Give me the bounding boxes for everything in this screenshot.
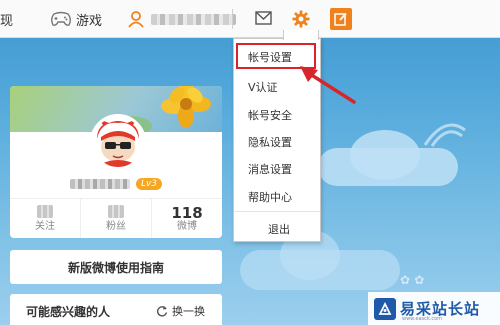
- faint-watermark: ✿ ✿: [400, 273, 425, 287]
- stat-value: 118: [171, 203, 203, 222]
- refresh-button[interactable]: 换一换: [156, 303, 205, 319]
- background-cloud: [350, 130, 420, 180]
- gamepad-icon: [51, 11, 71, 26]
- mail-icon[interactable]: [255, 11, 272, 25]
- menu-item-account-security[interactable]: 帐号安全: [248, 107, 292, 123]
- site-url: www.easck.com: [402, 316, 443, 322]
- stat-label: 关注: [35, 220, 55, 232]
- profile-stats: 关注 粉丝 118 微博: [10, 198, 222, 238]
- blurred-profile-name: [70, 179, 130, 189]
- guide-title: 新版微博使用指南: [67, 260, 164, 275]
- menu-item-logout[interactable]: 退出: [268, 221, 290, 237]
- stat-following[interactable]: 关注: [10, 199, 81, 238]
- menu-item-help-center[interactable]: 帮助中心: [248, 189, 292, 205]
- blurred-following-count: [37, 204, 53, 218]
- menu-item-message-settings[interactable]: 消息设置: [248, 161, 292, 177]
- menu-item-privacy-settings[interactable]: 隐私设置: [248, 134, 292, 150]
- stat-label: 粉丝: [106, 220, 126, 232]
- nav-discover[interactable]: 发现: [0, 0, 13, 38]
- interest-title: 可能感兴趣的人: [26, 305, 111, 319]
- compose-button[interactable]: [330, 8, 352, 30]
- nav-discover-label: 发现: [0, 13, 14, 29]
- nav-games-label: 游戏: [76, 13, 103, 29]
- compose-icon: [334, 12, 347, 26]
- menu-separator: [234, 211, 320, 212]
- menu-item-verification[interactable]: V认证: [248, 79, 278, 95]
- refresh-label: 换一换: [172, 305, 205, 318]
- nav-games[interactable]: 游戏: [50, 0, 102, 38]
- level-badge: Lv3: [136, 178, 162, 190]
- guide-link[interactable]: 新版微博使用指南: [10, 250, 222, 284]
- top-navigation-bar: 发现 游戏: [0, 0, 500, 38]
- user-icon: [128, 11, 144, 28]
- interest-panel: 可能感兴趣的人 换一换: [10, 294, 222, 325]
- blurred-username: [151, 13, 236, 25]
- stat-weibo[interactable]: 118 微博: [152, 199, 222, 238]
- blurred-follower-count: [108, 204, 124, 218]
- annotation-arrow: [300, 66, 356, 104]
- stat-followers[interactable]: 粉丝: [81, 199, 152, 238]
- signal-arcs-decoration: [423, 123, 466, 147]
- profile-card: Lv3 关注 粉丝 118 微博: [10, 86, 222, 238]
- nav-user-profile[interactable]: [127, 0, 236, 38]
- gear-icon[interactable]: [292, 10, 310, 28]
- stat-label: 微博: [177, 220, 197, 232]
- avatar-cartoon-image: [93, 117, 143, 167]
- menu-connector: [283, 30, 319, 40]
- avatar[interactable]: [90, 114, 146, 170]
- refresh-icon: [156, 306, 168, 317]
- site-logo-icon: [374, 297, 396, 320]
- divider: [232, 9, 233, 29]
